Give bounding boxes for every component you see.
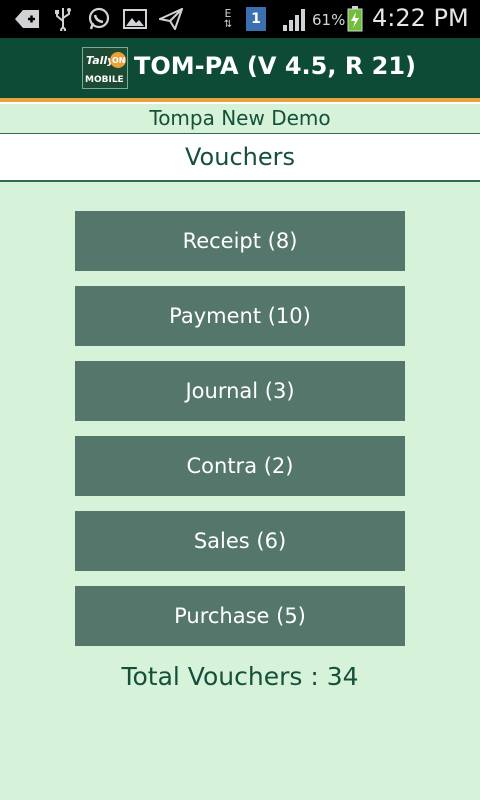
total-vouchers: Total Vouchers : 34: [121, 662, 359, 691]
usb-icon: [52, 7, 74, 31]
sim-1-icon: 1: [246, 7, 266, 31]
battery-charging-icon: [346, 6, 364, 32]
whatsapp-icon: [86, 7, 112, 31]
app-title: TOM-PA (V 4.5, R 21): [134, 52, 417, 80]
logo-on-text: ON: [112, 56, 126, 65]
battery-percent: 61%: [312, 11, 346, 29]
divider: [0, 180, 480, 182]
sim-label: 1: [251, 11, 261, 27]
payment-button[interactable]: Payment (10): [75, 286, 405, 346]
sales-button[interactable]: Sales (6): [75, 511, 405, 571]
data-e-icon: E ⇅: [223, 7, 233, 30]
receipt-button[interactable]: Receipt (8): [75, 211, 405, 271]
company-name: Tompa New Demo: [0, 104, 480, 133]
gallery-icon: [122, 7, 148, 31]
send-icon: [158, 7, 184, 31]
journal-button[interactable]: Journal (3): [75, 361, 405, 421]
app-logo: Tally ON MOBILE: [82, 47, 128, 89]
app-header: Tally ON MOBILE TOM-PA (V 4.5, R 21): [0, 38, 480, 98]
signal-icon: [280, 7, 310, 31]
data-type-label: E: [224, 7, 232, 20]
add-box-icon: [12, 7, 42, 31]
clock: 4:22 PM: [372, 4, 469, 32]
purchase-button[interactable]: Purchase (5): [75, 586, 405, 646]
status-bar: E ⇅ 1 61% 4:22 PM: [0, 0, 480, 38]
logo-mobile-text: MOBILE: [85, 75, 124, 85]
section-title: Vouchers: [0, 134, 480, 180]
contra-button[interactable]: Contra (2): [75, 436, 405, 496]
